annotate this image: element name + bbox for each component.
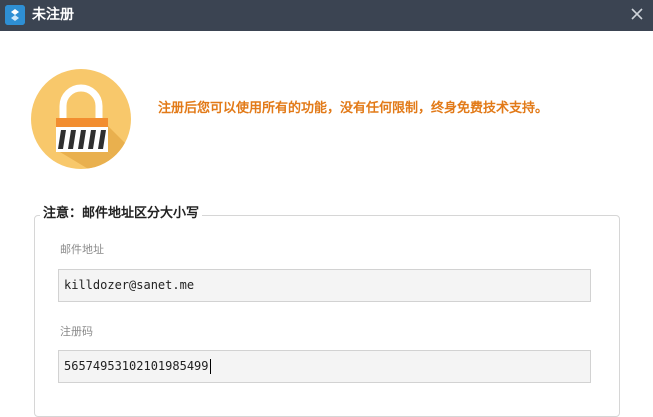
lock-icon <box>30 68 132 170</box>
title-bar: 未注册 <box>0 0 653 31</box>
code-label: 注册码 <box>60 325 93 338</box>
close-icon[interactable] <box>629 6 645 22</box>
window-title: 未注册 <box>32 7 74 23</box>
registration-notice: 注册后您可以使用所有的功能，没有任何限制，终身免费技术支持。 <box>158 101 549 116</box>
registration-code-value: 56574953102101985499 <box>64 359 209 373</box>
registration-code-field[interactable]: 56574953102101985499 <box>58 350 591 383</box>
registration-groupbox <box>34 215 620 417</box>
app-logo-icon <box>5 5 25 25</box>
text-caret <box>209 359 211 374</box>
email-label: 邮件地址 <box>60 243 104 256</box>
case-sensitive-notice: 注意：邮件地址区分大小写 <box>40 205 203 223</box>
email-value: killdozer@sanet.me <box>64 278 195 292</box>
email-field[interactable]: killdozer@sanet.me <box>58 269 591 302</box>
